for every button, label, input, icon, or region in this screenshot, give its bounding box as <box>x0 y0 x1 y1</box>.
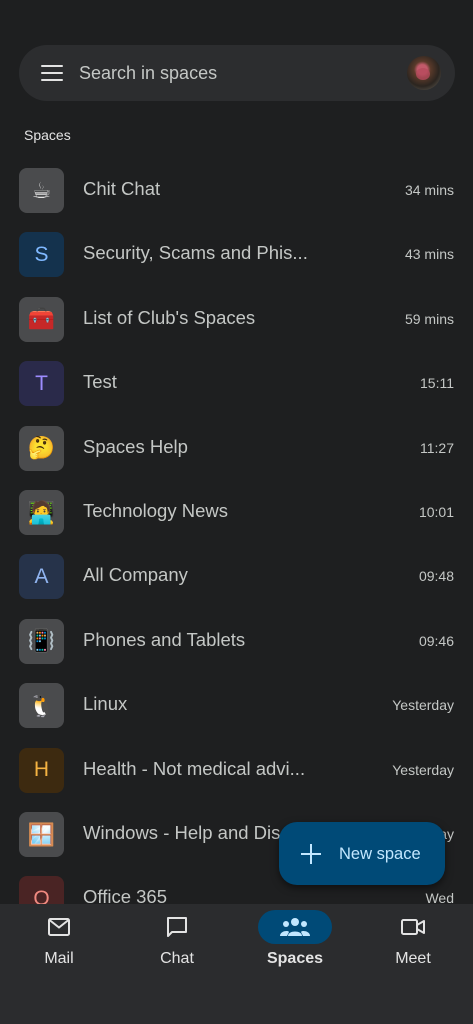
vibrating-phone-icon: 📳 <box>19 618 64 664</box>
new-space-label: New space <box>339 845 421 863</box>
space-row[interactable]: S Security, Scams and Phis... 43 mins <box>0 230 473 294</box>
space-row[interactable]: A All Company 09:48 <box>0 552 473 616</box>
space-name: Health - Not medical advi... <box>83 757 306 779</box>
nav-label-mail: Mail <box>44 950 74 967</box>
penguin-icon: 🐧 <box>19 683 64 729</box>
space-name: Technology News <box>83 500 228 521</box>
space-timestamp: 11:27 <box>420 439 454 456</box>
space-row[interactable]: 🐧 Linux Yesterday <box>0 681 473 745</box>
bottom-navigation: Mail Chat Spaces Meet <box>0 904 473 1024</box>
chat-icon <box>165 915 189 939</box>
search-placeholder[interactable]: Search in spaces <box>79 63 217 84</box>
space-name: Security, Scams and Phis... <box>83 242 308 264</box>
space-name: All Company <box>83 564 188 586</box>
space-name: Spaces Help <box>83 435 188 457</box>
nav-label-chat: Chat <box>160 950 194 967</box>
space-row[interactable]: ☕ Chit Chat 34 mins <box>0 166 473 230</box>
space-row[interactable]: H Health - Not medical advi... Yesterday <box>0 746 473 810</box>
space-timestamp: Yesterday <box>392 761 454 778</box>
nav-label-spaces: Spaces <box>266 950 324 967</box>
space-row[interactable]: T Test 15:11 <box>0 359 473 423</box>
space-timestamp: 59 mins <box>404 310 454 327</box>
mail-icon <box>47 917 71 937</box>
section-title: Spaces <box>24 127 71 143</box>
thinking-face-icon: 🤔 <box>19 425 64 471</box>
space-letter-avatar: T <box>19 361 64 407</box>
spaces-icon <box>280 917 310 937</box>
toolbox-icon: 🧰 <box>19 296 64 342</box>
space-name: List of Club's Spaces <box>83 306 256 328</box>
search-bar[interactable]: Search in spaces <box>19 45 455 101</box>
nav-item-meet[interactable]: Meet <box>354 904 472 984</box>
space-row[interactable]: 🧰 List of Club's Spaces 59 mins <box>0 295 473 359</box>
space-name: Chit Chat <box>83 178 161 199</box>
space-timestamp: 43 mins <box>404 246 454 263</box>
video-icon <box>400 917 426 937</box>
space-timestamp: 34 mins <box>404 182 454 198</box>
avatar[interactable] <box>407 56 441 90</box>
space-timestamp: 09:46 <box>418 632 454 649</box>
space-name: Test <box>83 371 117 393</box>
nav-label-meet: Meet <box>395 950 431 967</box>
space-name: Linux <box>83 693 128 715</box>
technologist-icon: 🧑‍💻 <box>19 490 64 535</box>
plus-icon <box>301 844 321 864</box>
window-icon: 🪟 <box>19 812 64 857</box>
space-timestamp: 15:11 <box>420 375 454 392</box>
space-letter-avatar: S <box>19 232 64 278</box>
space-letter-avatar: H <box>19 747 64 793</box>
spaces-screen: Search in spaces Spaces ☕ Chit Chat 34 min… <box>0 0 473 1024</box>
space-row[interactable]: 🧑‍💻 Technology News 10:01 <box>0 488 473 552</box>
new-space-button[interactable]: New space <box>279 822 445 885</box>
space-timestamp: Yesterday <box>392 697 454 714</box>
space-timestamp: 10:01 <box>418 504 454 520</box>
nav-item-mail[interactable]: Mail <box>0 904 118 984</box>
space-name: Phones and Tablets <box>83 628 246 650</box>
space-row[interactable]: 📳 Phones and Tablets 09:46 <box>0 617 473 681</box>
space-letter-avatar: A <box>19 554 64 600</box>
space-name: Windows - Help and Dis <box>83 822 281 843</box>
space-row[interactable]: 🤔 Spaces Help 11:27 <box>0 424 473 488</box>
coffee-icon: ☕ <box>19 168 64 213</box>
nav-item-chat[interactable]: Chat <box>118 904 236 984</box>
nav-item-spaces[interactable]: Spaces <box>236 904 354 984</box>
menu-icon[interactable] <box>41 65 63 82</box>
space-timestamp: 09:48 <box>418 568 454 585</box>
